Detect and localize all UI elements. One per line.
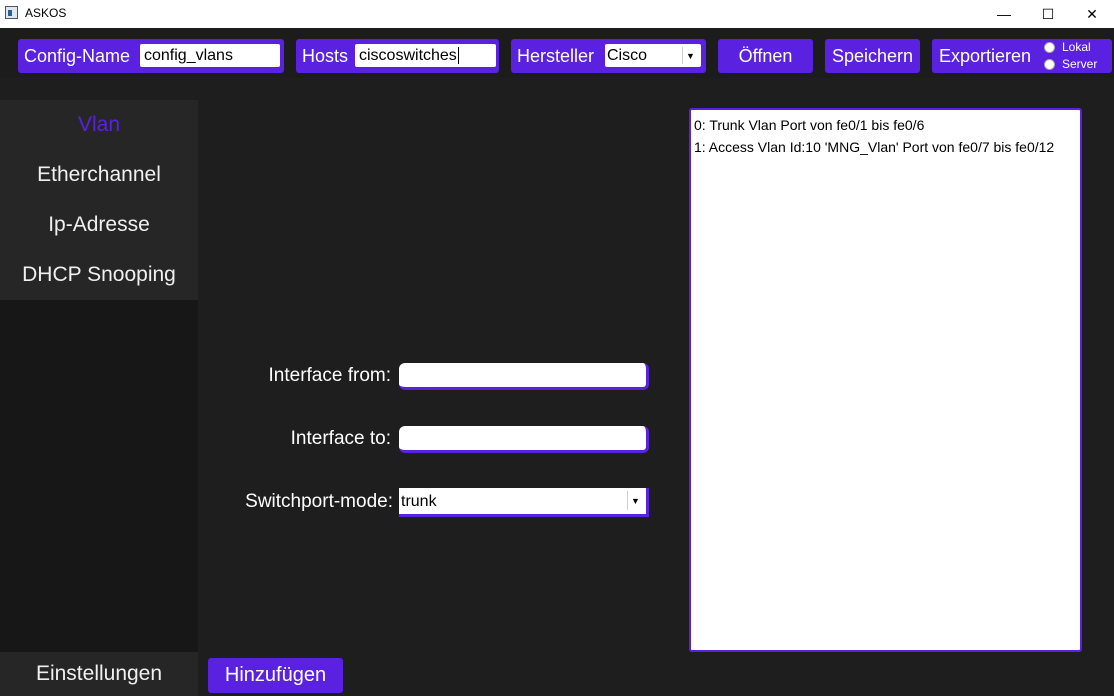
interface-to-input[interactable] xyxy=(399,426,649,453)
config-name-label: Config-Name xyxy=(24,45,131,66)
close-icon[interactable]: ✕ xyxy=(1070,0,1114,28)
radio-local[interactable]: Lokal xyxy=(1044,40,1091,54)
switchport-mode-select[interactable]: trunk ▼ xyxy=(399,488,649,517)
open-button[interactable]: Öffnen xyxy=(718,39,813,73)
title-bar: ASKOS — ☐ ✕ xyxy=(0,0,1114,28)
list-item[interactable]: 0: Trunk Vlan Port von fe0/1 bis fe0/6 xyxy=(694,114,1077,136)
config-name-input[interactable]: config_vlans xyxy=(140,44,280,67)
radio-server-circle[interactable] xyxy=(1044,58,1055,70)
window-title: ASKOS xyxy=(25,6,67,20)
hosts-label: Hosts xyxy=(302,45,349,66)
interface-from-label: Interface from: xyxy=(268,365,392,386)
minimize-icon[interactable]: — xyxy=(982,0,1026,28)
maximize-icon[interactable]: ☐ xyxy=(1026,0,1070,28)
save-button[interactable]: Speichern xyxy=(825,39,920,73)
radio-local-circle[interactable] xyxy=(1044,41,1055,53)
hosts-input[interactable]: ciscoswitches xyxy=(355,44,496,67)
text-cursor xyxy=(457,47,459,65)
hersteller-select-value: Cisco xyxy=(607,47,648,64)
sidebar-item-dhcp-snooping[interactable]: DHCP Snooping xyxy=(0,250,198,300)
interface-from-input[interactable] xyxy=(399,363,649,390)
dropdown-arrow-icon[interactable]: ▼ xyxy=(682,47,698,64)
config-list[interactable]: 0: Trunk Vlan Port von fe0/1 bis fe0/6 1… xyxy=(689,108,1082,652)
hosts-input-value: ciscoswitches xyxy=(359,47,457,64)
sidebar-item-etherchannel[interactable]: Etherchannel xyxy=(0,150,198,200)
list-item[interactable]: 1: Access Vlan Id:10 'MNG_Vlan' Port von… xyxy=(694,136,1077,158)
export-button[interactable]: Exportieren xyxy=(932,39,1039,73)
hersteller-select[interactable]: Cisco ▼ xyxy=(605,44,701,67)
hosts-group: Hosts ciscoswitches xyxy=(296,39,499,73)
interface-to-label: Interface to: xyxy=(290,428,391,449)
settings-button[interactable]: Einstellungen xyxy=(0,652,198,696)
hersteller-group: Hersteller Cisco ▼ xyxy=(511,39,706,73)
radio-server-label: Server xyxy=(1062,57,1098,71)
radio-local-label: Lokal xyxy=(1062,40,1091,54)
switchport-mode-label: Switchport-mode: xyxy=(245,491,393,512)
add-button[interactable]: Hinzufügen xyxy=(208,658,343,693)
app-icon xyxy=(5,6,18,19)
hersteller-label: Hersteller xyxy=(517,45,595,66)
sidebar-item-vlan[interactable]: Vlan xyxy=(0,100,198,150)
toolbar: Config-Name config_vlans Hosts ciscoswit… xyxy=(0,28,1114,78)
sidebar-item-ip-adresse[interactable]: Ip-Adresse xyxy=(0,200,198,250)
sidebar: Vlan Etherchannel Ip-Adresse DHCP Snoopi… xyxy=(0,100,198,696)
dropdown-arrow-icon[interactable]: ▼ xyxy=(627,491,643,510)
config-name-group: Config-Name config_vlans xyxy=(18,39,284,73)
switchport-mode-value: trunk xyxy=(401,493,437,510)
radio-server[interactable]: Server xyxy=(1044,57,1097,71)
